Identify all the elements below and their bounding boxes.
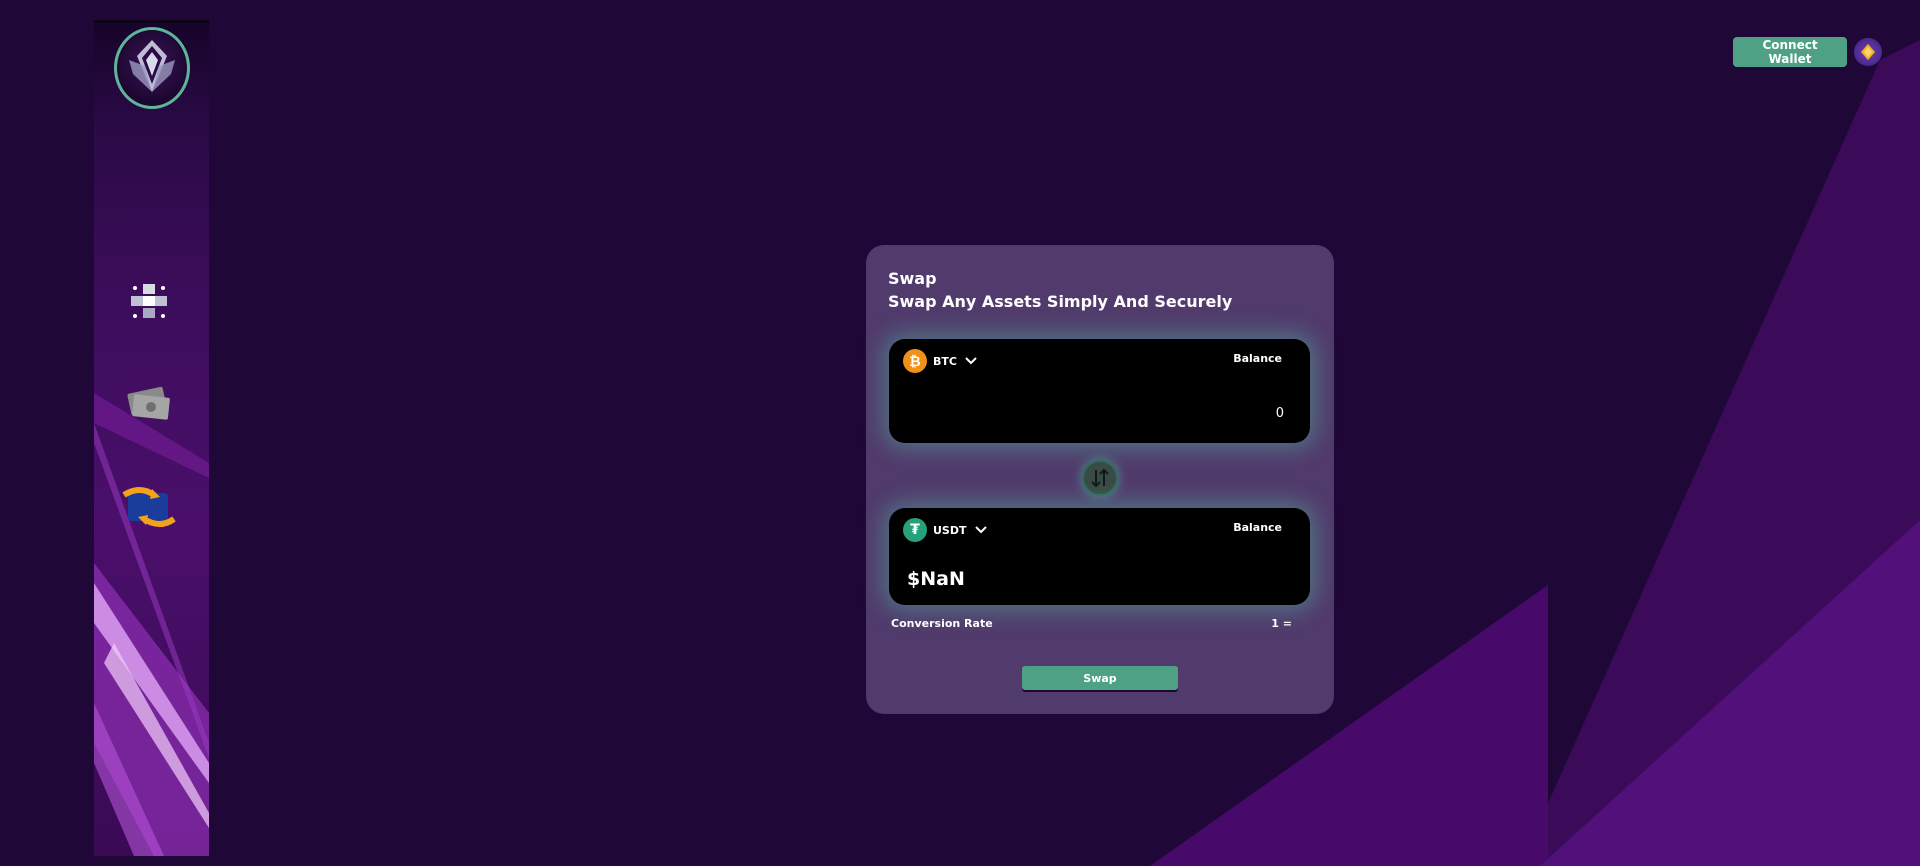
from-token-select[interactable]: ₿ BTC (903, 349, 977, 373)
exchange-icon (122, 487, 176, 527)
to-usd-value: $NaN (907, 568, 965, 590)
connect-wallet-button[interactable]: Connect Wallet (1733, 37, 1847, 67)
sidebar-item-cash[interactable] (120, 378, 178, 430)
app-logo[interactable] (114, 27, 190, 109)
blocks-icon (131, 284, 167, 318)
to-token-symbol: USDT (933, 523, 967, 537)
card-subtitle: Swap Any Assets Simply And Securely (888, 292, 1233, 311)
money-icon (127, 386, 170, 420)
swap-card: Swap Swap Any Assets Simply And Securely… (866, 245, 1334, 714)
sidebar-item-swap[interactable] (120, 481, 178, 533)
from-amount-input[interactable] (1082, 405, 1286, 422)
sidebar (94, 20, 209, 856)
from-token-symbol: BTC (933, 354, 957, 368)
btc-icon: ₿ (903, 349, 927, 373)
from-panel: ₿ BTC Balance (889, 339, 1310, 443)
chevron-down-icon (974, 526, 987, 534)
card-title: Swap (888, 269, 937, 288)
diamond-icon (1861, 44, 1875, 60)
to-token-select[interactable]: ₮ USDT (903, 518, 987, 542)
wallet-icon[interactable] (1854, 38, 1882, 66)
sidebar-item-dashboard[interactable] (120, 276, 178, 328)
swap-button[interactable]: Swap (1022, 666, 1178, 690)
swap-arrows-icon (1091, 468, 1109, 488)
to-balance-label: Balance (1233, 521, 1282, 534)
to-panel: ₮ USDT Balance $NaN (889, 508, 1310, 605)
chevron-down-icon (965, 357, 977, 365)
conversion-rate-label: Conversion Rate (891, 617, 993, 630)
from-balance-label: Balance (1233, 352, 1282, 365)
swap-direction-button[interactable] (1082, 460, 1118, 496)
usdt-icon: ₮ (903, 518, 927, 542)
conversion-rate-value: 1 = (1271, 617, 1292, 630)
sidebar-decoration (94, 393, 209, 856)
